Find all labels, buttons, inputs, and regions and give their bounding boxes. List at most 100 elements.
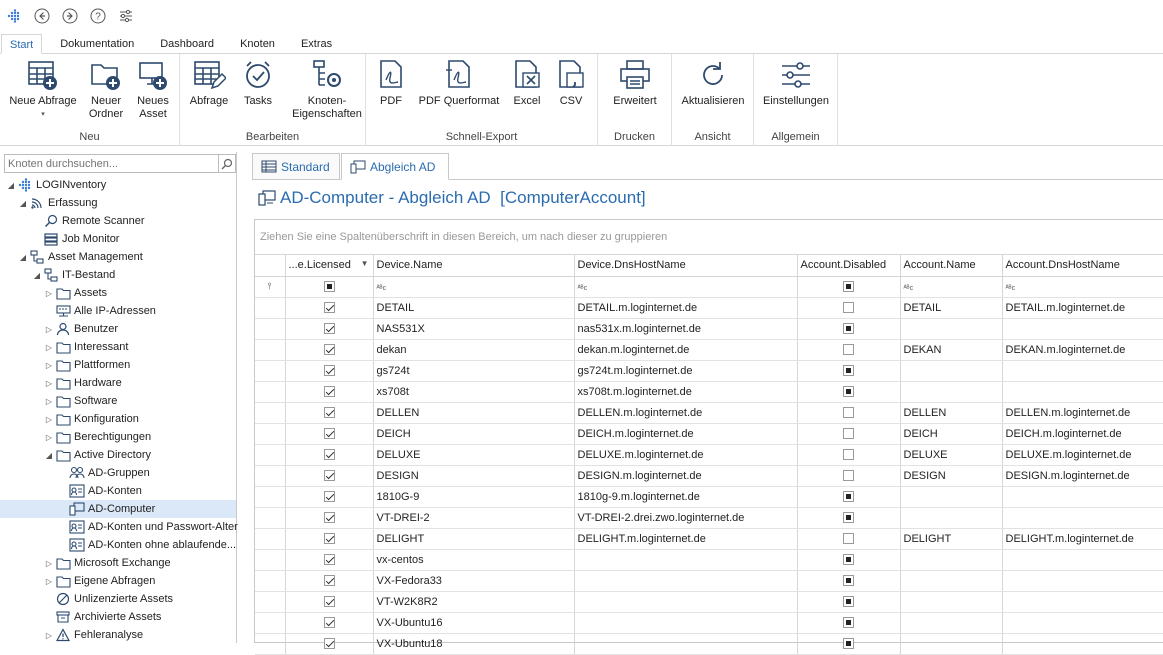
disabled-checkbox[interactable] (843, 533, 854, 545)
collapsed-arrow-icon[interactable]: ▷ (44, 343, 54, 352)
help-icon[interactable]: ? (90, 8, 106, 24)
tree-node-konfiguration[interactable]: ▷ Konfiguration (44, 410, 139, 428)
cell-account-disabled[interactable] (797, 297, 901, 319)
cell-account-disabled[interactable] (797, 591, 901, 613)
tree-node-job-monitor[interactable]: Job Monitor (32, 230, 119, 248)
cell-account-dnshostname[interactable] (1002, 612, 1163, 634)
cell-device-dnshostname[interactable]: DELIGHT.m.loginternet.de (574, 528, 798, 550)
row-indicator[interactable] (255, 297, 286, 319)
tree-node-loginventory[interactable]: ◢ LOGINventory (6, 176, 106, 194)
row-indicator[interactable] (255, 339, 286, 361)
tree-node-alle-ip-adressen[interactable]: Alle IP-Adressen (44, 302, 156, 320)
cell-account-name[interactable]: DELIGHT (900, 528, 1003, 550)
cell-account-dnshostname[interactable] (1002, 486, 1163, 508)
cell-device-dnshostname[interactable]: DELUXE.m.loginternet.de (574, 444, 798, 466)
cell-account-disabled[interactable] (797, 507, 901, 529)
tree-node-ad-gruppen[interactable]: AD-Gruppen (58, 464, 150, 482)
cell-device-name[interactable]: NAS531X (373, 318, 575, 340)
disabled-checkbox[interactable] (843, 344, 854, 356)
disabled-checkbox[interactable] (843, 575, 854, 587)
disabled-checkbox[interactable] (843, 512, 854, 524)
collapsed-arrow-icon[interactable]: ▷ (44, 631, 54, 640)
expanded-arrow-icon[interactable]: ◢ (18, 199, 28, 208)
row-indicator[interactable] (255, 528, 286, 550)
table-row[interactable]: DELIGHT DELIGHT.m.loginternet.de DELIGHT DE… (255, 528, 1163, 550)
cell-account-disabled[interactable] (797, 318, 901, 340)
cell-account-dnshostname[interactable]: DELUXE.m.loginternet.de (1002, 444, 1163, 466)
pdf-button[interactable]: PDF (374, 58, 408, 108)
cell-licensed[interactable] (285, 318, 374, 340)
collapsed-arrow-icon[interactable]: ▷ (44, 397, 54, 406)
licensed-checkbox[interactable] (323, 470, 335, 482)
pdf-querformat-button[interactable]: PDF Querformat (418, 58, 500, 108)
row-indicator[interactable] (255, 570, 286, 592)
cell-account-name[interactable]: DELLEN (900, 402, 1003, 424)
table-row[interactable]: xs708t xs708t.m.loginternet.de (255, 381, 1163, 403)
cell-device-name[interactable]: VX-Ubuntu16 (373, 612, 575, 634)
row-indicator[interactable] (255, 549, 286, 571)
licensed-checkbox[interactable] (323, 617, 335, 629)
cell-account-dnshostname[interactable]: DELIGHT.m.loginternet.de (1002, 528, 1163, 550)
tree-node-eigene-abfragen[interactable]: ▷ Eigene Abfragen (44, 572, 155, 590)
cell-device-name[interactable]: DELUXE (373, 444, 575, 466)
tab-extras[interactable]: Extras (293, 34, 340, 54)
cell-account-disabled[interactable] (797, 339, 901, 361)
tree-node-ad-computer[interactable]: AD-Computer (0, 500, 236, 518)
licensed-checkbox[interactable] (323, 323, 335, 335)
disabled-checkbox[interactable] (843, 638, 854, 650)
cell-account-name[interactable] (900, 318, 1003, 340)
cell-account-dnshostname[interactable] (1002, 570, 1163, 592)
tree-node-remote-scanner[interactable]: Remote Scanner (32, 212, 145, 230)
licensed-checkbox[interactable] (323, 554, 335, 566)
cell-account-name[interactable]: DESIGN (900, 465, 1003, 487)
filter-account-disabled[interactable] (797, 276, 901, 298)
disabled-checkbox[interactable] (843, 302, 854, 314)
abfrage-button[interactable]: Abfrage (188, 58, 230, 108)
tree-node-benutzer[interactable]: ▷ Benutzer (44, 320, 118, 338)
cell-device-name[interactable]: 1810G-9 (373, 486, 575, 508)
cell-device-dnshostname[interactable]: DEICH.m.loginternet.de (574, 423, 798, 445)
cell-device-dnshostname[interactable]: VT-DREI-2.drei.zwo.loginternet.de (574, 507, 798, 529)
row-indicator[interactable] (255, 612, 286, 634)
cell-account-disabled[interactable] (797, 360, 901, 382)
table-row[interactable]: VT-DREI-2 VT-DREI-2.drei.zwo.loginternet.… (255, 507, 1163, 529)
tree-node-erfassung[interactable]: ◢ Erfassung (18, 194, 98, 212)
tree-node-asset-management[interactable]: ◢ Asset Management (18, 248, 143, 266)
cell-account-name[interactable] (900, 360, 1003, 382)
cell-device-name[interactable]: VT-W2K8R2 (373, 591, 575, 613)
cell-licensed[interactable] (285, 612, 374, 634)
cell-account-disabled[interactable] (797, 549, 901, 571)
filter-account-name[interactable]: ᴬᴮc (900, 276, 1003, 298)
tab-start[interactable]: Start (1, 34, 43, 54)
tab-dashboard[interactable]: Dashboard (152, 34, 222, 54)
cell-account-dnshostname[interactable] (1002, 549, 1163, 571)
cell-device-dnshostname[interactable]: DETAIL.m.loginternet.de (574, 297, 798, 319)
tree-node-interessant[interactable]: ▷ Interessant (44, 338, 128, 356)
table-row[interactable]: NAS531X nas531x.m.loginternet.de (255, 318, 1163, 340)
cell-device-name[interactable]: vx-centos (373, 549, 575, 571)
licensed-checkbox[interactable] (323, 575, 335, 587)
aktualisieren-button[interactable]: Aktualisieren (678, 58, 748, 108)
cell-account-dnshostname[interactable]: DETAIL.m.loginternet.de (1002, 297, 1163, 319)
disabled-checkbox[interactable] (843, 449, 854, 461)
group-panel-hint[interactable]: Ziehen Sie eine Spaltenüberschrift in di… (255, 220, 1163, 255)
tree-node-archivierte-assets[interactable]: Archivierte Assets (44, 608, 161, 626)
cell-account-dnshostname[interactable]: DELLEN.m.loginternet.de (1002, 402, 1163, 424)
licensed-checkbox[interactable] (323, 638, 335, 650)
cell-device-dnshostname[interactable]: 1810g-9.m.loginternet.de (574, 486, 798, 508)
cell-licensed[interactable] (285, 402, 374, 424)
cell-account-dnshostname[interactable] (1002, 318, 1163, 340)
row-indicator[interactable] (255, 465, 286, 487)
tree-node-ad-konten[interactable]: AD-Konten (58, 482, 142, 500)
filter-checkbox[interactable] (323, 281, 335, 293)
row-indicator[interactable] (255, 381, 286, 403)
cell-account-name[interactable] (900, 486, 1003, 508)
cell-device-dnshostname[interactable]: dekan.m.loginternet.de (574, 339, 798, 361)
table-row[interactable]: gs724t gs724t.m.loginternet.de (255, 360, 1163, 382)
cell-account-disabled[interactable] (797, 402, 901, 424)
knoten-eigenschaften-button[interactable]: Knoten- Eigenschaften (292, 58, 362, 121)
cell-account-name[interactable] (900, 381, 1003, 403)
cell-account-name[interactable] (900, 633, 1003, 655)
cell-licensed[interactable] (285, 633, 374, 655)
cell-account-dnshostname[interactable]: DEICH.m.loginternet.de (1002, 423, 1163, 445)
